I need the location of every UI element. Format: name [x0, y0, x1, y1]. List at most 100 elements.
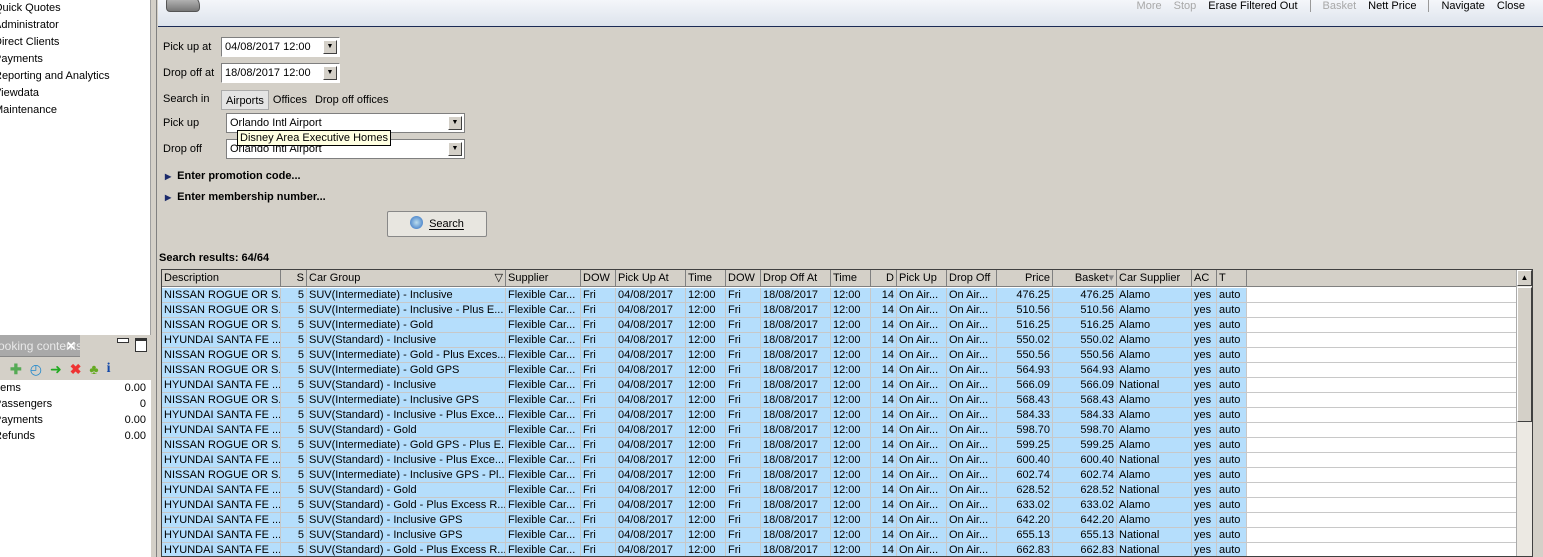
- stop-button[interactable]: Stop: [1174, 0, 1197, 12]
- column-header-dropoff-location[interactable]: Drop Off: [947, 270, 997, 287]
- add-icon[interactable]: ✚: [10, 361, 22, 378]
- cell-basket: 600.40: [1053, 453, 1117, 468]
- nav-item-administrator[interactable]: Administrator: [0, 17, 150, 34]
- maximize-icon[interactable]: [135, 338, 147, 352]
- column-header-dropoff-at[interactable]: Drop Off At: [761, 270, 831, 287]
- column-header-ac[interactable]: AC: [1192, 270, 1217, 287]
- filter-icon[interactable]: ▽: [495, 270, 503, 286]
- dropdown-arrow-icon[interactable]: ▼: [323, 66, 337, 80]
- delete-icon[interactable]: ✖: [70, 361, 82, 378]
- cell-dropoff-location: On Air...: [947, 363, 997, 378]
- search-button[interactable]: Search: [387, 211, 487, 237]
- column-header-pickup-time[interactable]: Time: [686, 270, 726, 287]
- close-button[interactable]: Close: [1497, 0, 1525, 12]
- cell-transmission: auto: [1217, 468, 1247, 483]
- minimize-icon[interactable]: [117, 338, 129, 343]
- vertical-scrollbar[interactable]: ▲: [1516, 270, 1532, 556]
- table-row[interactable]: HYUNDAI SANTA FE ... 5 SUV(Standard) - Gol…: [162, 483, 1517, 498]
- nav-item-payments[interactable]: Payments: [0, 51, 150, 68]
- cell-supplier: Flexible Car...: [506, 423, 581, 438]
- membership-number-expander[interactable]: ▶ Enter membership number...: [165, 191, 326, 203]
- summary-row: Items 0.00: [0, 380, 151, 396]
- cell-days: 14: [871, 288, 897, 303]
- clock-icon[interactable]: ◴: [30, 361, 42, 378]
- column-header-pickup-dow[interactable]: DOW: [581, 270, 616, 287]
- column-header-seats[interactable]: S: [281, 270, 307, 287]
- column-header-supplier[interactable]: Supplier: [506, 270, 581, 287]
- dropoff-at-field[interactable]: 18/08/2017 12:00 ▼: [221, 63, 340, 83]
- column-header-dropoff-dow[interactable]: DOW: [726, 270, 761, 287]
- cell-transmission: auto: [1217, 453, 1247, 468]
- cell-car-group: SUV(Standard) - Inclusive - Plus Exce...: [307, 453, 506, 468]
- cell-dropoff-time: 12:00: [831, 513, 871, 528]
- column-header-transmission[interactable]: T: [1217, 270, 1247, 287]
- table-row[interactable]: HYUNDAI SANTA FE ... 5 SUV(Standard) - Gol…: [162, 423, 1517, 438]
- scroll-thumb[interactable]: [1517, 287, 1532, 422]
- table-row[interactable]: NISSAN ROGUE OR S... 5 SUV(Intermediate) -…: [162, 438, 1517, 453]
- basket-button[interactable]: Basket: [1323, 0, 1357, 12]
- cell-pickup-location: On Air...: [897, 333, 947, 348]
- column-header-days[interactable]: D: [871, 270, 897, 287]
- nav-item-viewdata[interactable]: Viewdata: [0, 85, 150, 102]
- cell-car-supplier: Alamo: [1117, 348, 1192, 363]
- cell-pickup-time: 12:00: [686, 288, 726, 303]
- pickup-at-field[interactable]: 04/08/2017 12:00 ▼: [221, 37, 340, 57]
- cell-dropoff-time: 12:00: [831, 348, 871, 363]
- table-row[interactable]: HYUNDAI SANTA FE ... 5 SUV(Standard) - Inc…: [162, 513, 1517, 528]
- column-header-pickup-location[interactable]: Pick Up: [897, 270, 947, 287]
- table-row[interactable]: NISSAN ROGUE OR S... 5 SUV(Intermediate) -…: [162, 363, 1517, 378]
- column-header-dropoff-time[interactable]: Time: [831, 270, 871, 287]
- promotion-code-expander[interactable]: ▶ Enter promotion code...: [165, 170, 301, 182]
- table-row[interactable]: HYUNDAI SANTA FE ... 5 SUV(Standard) - Gol…: [162, 498, 1517, 513]
- search-in-offices[interactable]: Offices: [269, 90, 311, 110]
- table-row[interactable]: NISSAN ROGUE OR S... 5 SUV(Intermediate) -…: [162, 318, 1517, 333]
- table-row[interactable]: NISSAN ROGUE OR S... 5 SUV(Intermediate) -…: [162, 348, 1517, 363]
- booking-contents-tab[interactable]: Booking contents✕: [0, 335, 80, 357]
- search-button-label: Search: [429, 218, 464, 230]
- table-row[interactable]: NISSAN ROGUE OR S... 5 SUV(Intermediate) -…: [162, 393, 1517, 408]
- table-row[interactable]: NISSAN ROGUE OR S... 5 SUV(Intermediate) -…: [162, 468, 1517, 483]
- scroll-up-icon[interactable]: ▲: [1517, 270, 1532, 286]
- nav-item-direct-clients[interactable]: Direct Clients: [0, 34, 150, 51]
- cell-car-group: SUV(Standard) - Gold - Plus Excess R...: [307, 498, 506, 513]
- palm-island-icon[interactable]: ♣: [89, 361, 98, 377]
- column-header-car-supplier[interactable]: Car Supplier: [1117, 270, 1192, 287]
- table-row[interactable]: NISSAN ROGUE OR S... 5 SUV(Intermediate) -…: [162, 303, 1517, 318]
- cart-transfer-icon[interactable]: ➜: [50, 361, 62, 378]
- dropdown-arrow-icon[interactable]: ▼: [448, 142, 462, 156]
- table-row[interactable]: HYUNDAI SANTA FE ... 5 SUV(Standard) - Inc…: [162, 528, 1517, 543]
- cell-dropoff-time: 12:00: [831, 393, 871, 408]
- table-row[interactable]: HYUNDAI SANTA FE ... 5 SUV(Standard) - Inc…: [162, 333, 1517, 348]
- table-row[interactable]: HYUNDAI SANTA FE ... 5 SUV(Standard) - Gol…: [162, 543, 1517, 556]
- dropdown-arrow-icon[interactable]: ▼: [323, 40, 337, 54]
- nav-item-reporting[interactable]: Reporting and Analytics: [0, 68, 150, 85]
- column-header-price[interactable]: Price: [997, 270, 1053, 287]
- separator: [1309, 0, 1311, 12]
- table-row[interactable]: HYUNDAI SANTA FE ... 5 SUV(Standard) - Inc…: [162, 453, 1517, 468]
- column-header-description[interactable]: Description: [162, 270, 281, 287]
- table-row[interactable]: NISSAN ROGUE OR S... 5 SUV(Intermediate) -…: [162, 288, 1517, 303]
- navigate-button[interactable]: Navigate: [1441, 0, 1484, 12]
- dropdown-arrow-icon[interactable]: ▼: [448, 116, 462, 130]
- column-header-car-group[interactable]: Car Group ▽: [307, 270, 506, 287]
- close-tab-icon[interactable]: ✕: [66, 335, 76, 356]
- search-in-dropoff-offices[interactable]: Drop off offices: [311, 90, 393, 110]
- splitter[interactable]: [151, 0, 157, 557]
- search-in-airports[interactable]: Airports: [221, 90, 269, 110]
- column-header-pickup-at[interactable]: Pick Up At: [616, 270, 686, 287]
- erase-filtered-out-button[interactable]: Erase Filtered Out: [1208, 0, 1297, 12]
- table-row[interactable]: HYUNDAI SANTA FE ... 5 SUV(Standard) - Inc…: [162, 408, 1517, 423]
- cell-ac: yes: [1192, 318, 1217, 333]
- column-header-basket[interactable]: Basket▾: [1053, 270, 1117, 287]
- cell-transmission: auto: [1217, 498, 1247, 513]
- nav-item-maintenance[interactable]: Maintenance: [0, 102, 150, 119]
- more-button[interactable]: More: [1137, 0, 1162, 12]
- cell-pickup-dow: Fri: [581, 483, 616, 498]
- nav-item-quick-quotes[interactable]: Quick Quotes: [0, 0, 150, 17]
- cell-description: HYUNDAI SANTA FE ...: [162, 513, 281, 528]
- row-filler: [1247, 453, 1517, 468]
- cell-ac: yes: [1192, 363, 1217, 378]
- table-row[interactable]: HYUNDAI SANTA FE ... 5 SUV(Standard) - Inc…: [162, 378, 1517, 393]
- nett-price-button[interactable]: Nett Price: [1368, 0, 1416, 12]
- info-icon[interactable]: i: [107, 361, 111, 377]
